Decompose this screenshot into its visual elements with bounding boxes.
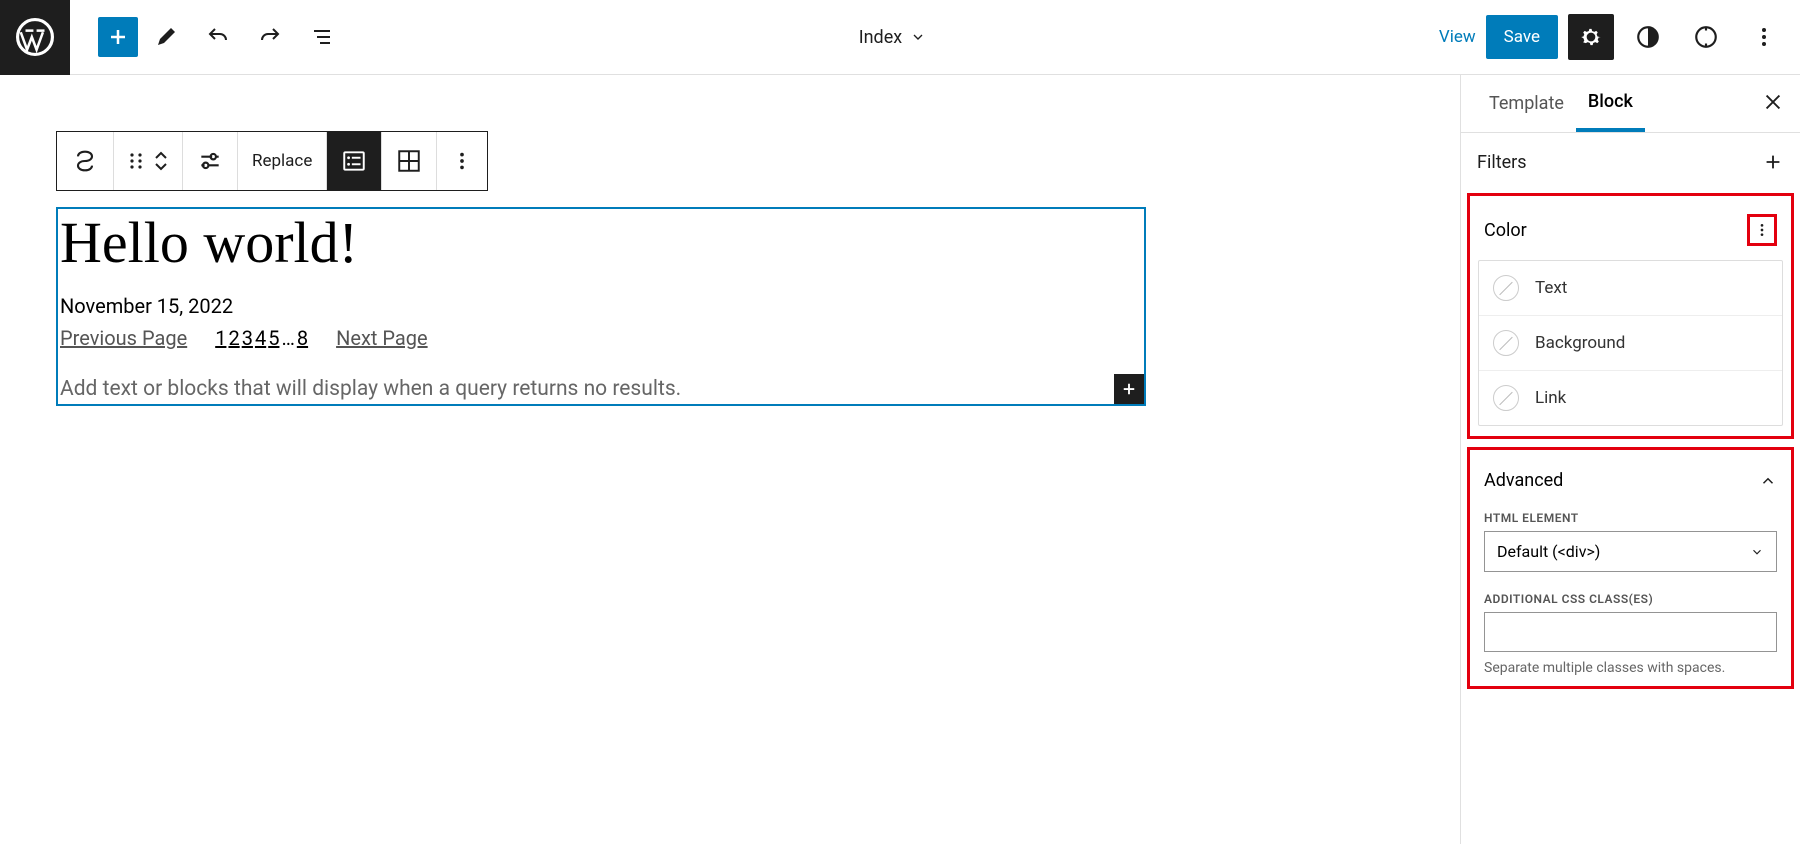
redo-button[interactable] (246, 13, 294, 61)
pagination: Previous Page 1 2 3 4 5 … 8 Next Page (58, 326, 1144, 374)
query-loop-block[interactable]: Hello world! November 15, 2022 Previous … (56, 207, 1146, 406)
chevron-up-icon (154, 150, 168, 160)
list-view-icon (310, 25, 334, 49)
grid-layout-button[interactable] (382, 132, 437, 190)
editor-canvas[interactable]: Replace Hello world! November 15, 2022 P… (0, 75, 1460, 844)
view-link[interactable]: View (1439, 27, 1476, 47)
no-results-placeholder[interactable]: Add text or blocks that will display whe… (58, 375, 683, 403)
toolbar-center[interactable]: Index (346, 27, 1439, 48)
color-link[interactable]: Link (1479, 371, 1782, 425)
main-area: Replace Hello world! November 15, 2022 P… (0, 75, 1800, 844)
close-sidebar-button[interactable] (1762, 91, 1784, 117)
color-options-button[interactable] (1747, 214, 1777, 246)
post-date: November 15, 2022 (58, 294, 1144, 326)
color-options-list: Text Background Link (1478, 260, 1783, 426)
css-classes-label: ADDITIONAL CSS CLASS(ES) (1478, 586, 1783, 612)
color-background[interactable]: Background (1479, 316, 1782, 371)
block-drag-move[interactable] (114, 132, 183, 190)
tab-template[interactable]: Template (1477, 75, 1576, 132)
compass-icon (1693, 24, 1719, 50)
save-button[interactable]: Save (1486, 15, 1558, 59)
advanced-panel-header[interactable]: Advanced (1478, 460, 1783, 505)
tab-block[interactable]: Block (1576, 75, 1645, 132)
settings-sidebar: Template Block Filters Color Text (1460, 75, 1800, 844)
more-vertical-icon (1752, 25, 1776, 49)
css-classes-help: Separate multiple classes with spaces. (1478, 660, 1783, 676)
css-classes-input[interactable] (1484, 612, 1777, 652)
list-layout-icon (341, 148, 367, 174)
color-panel-title: Color (1484, 220, 1527, 241)
color-text[interactable]: Text (1479, 261, 1782, 316)
add-inner-block-button[interactable] (1114, 374, 1144, 404)
chevron-down-icon (154, 162, 168, 172)
navigation-button[interactable] (1682, 13, 1730, 61)
plus-icon (1120, 380, 1138, 398)
grid-layout-icon (396, 148, 422, 174)
html-element-select[interactable]: Default (<div>) (1484, 531, 1777, 572)
edit-tool-button[interactable] (142, 13, 190, 61)
block-more-button[interactable] (437, 132, 487, 190)
move-arrows[interactable] (154, 150, 168, 172)
pencil-icon (154, 25, 178, 49)
filters-section[interactable]: Filters (1461, 133, 1800, 191)
display-settings-button[interactable] (183, 132, 238, 190)
redo-icon (258, 25, 282, 49)
toolbar-left (70, 13, 346, 61)
swatch-none-icon (1493, 275, 1519, 301)
chevron-down-icon (1750, 545, 1764, 559)
swatch-none-icon (1493, 385, 1519, 411)
next-page-link[interactable]: Next Page (336, 326, 428, 350)
chevron-up-icon (1759, 472, 1777, 490)
settings-button[interactable] (1568, 14, 1614, 60)
add-block-button[interactable] (98, 17, 138, 57)
chevron-down-icon (910, 29, 926, 45)
plus-icon[interactable] (1762, 151, 1784, 173)
color-panel-header: Color (1478, 206, 1783, 260)
more-vertical-icon (451, 150, 473, 172)
post-title: Hello world! (58, 209, 1144, 294)
sliders-icon (197, 148, 223, 174)
plus-icon (106, 25, 130, 49)
more-options-button[interactable] (1740, 13, 1788, 61)
wordpress-icon (16, 18, 54, 56)
no-results-row: Add text or blocks that will display whe… (58, 374, 1144, 404)
contrast-icon (1635, 24, 1661, 50)
prev-page-link[interactable]: Previous Page (60, 326, 187, 350)
toolbar-right: View Save (1439, 13, 1800, 61)
block-type-button[interactable] (57, 132, 114, 190)
color-panel-highlight: Color Text Background Link (1467, 193, 1794, 439)
swatch-none-icon (1493, 330, 1519, 356)
drag-handle-icon (128, 149, 144, 173)
page-numbers[interactable]: 1 2 3 4 5 … 8 (215, 326, 308, 350)
replace-button[interactable]: Replace (238, 132, 327, 190)
list-view-button[interactable] (298, 13, 346, 61)
more-vertical-icon (1754, 219, 1770, 241)
styles-button[interactable] (1624, 13, 1672, 61)
list-layout-button[interactable] (327, 132, 382, 190)
document-title: Index (859, 27, 902, 48)
gear-icon (1578, 24, 1604, 50)
top-toolbar: Index View Save (0, 0, 1800, 75)
query-loop-icon (71, 147, 99, 175)
close-icon (1762, 91, 1784, 113)
block-toolbar: Replace (56, 131, 488, 191)
advanced-panel-highlight: Advanced HTML ELEMENT Default (<div>) AD… (1467, 447, 1794, 689)
undo-icon (206, 25, 230, 49)
sidebar-tabs: Template Block (1461, 75, 1800, 133)
undo-button[interactable] (194, 13, 242, 61)
html-element-label: HTML ELEMENT (1478, 505, 1783, 531)
wordpress-logo[interactable] (0, 0, 70, 75)
